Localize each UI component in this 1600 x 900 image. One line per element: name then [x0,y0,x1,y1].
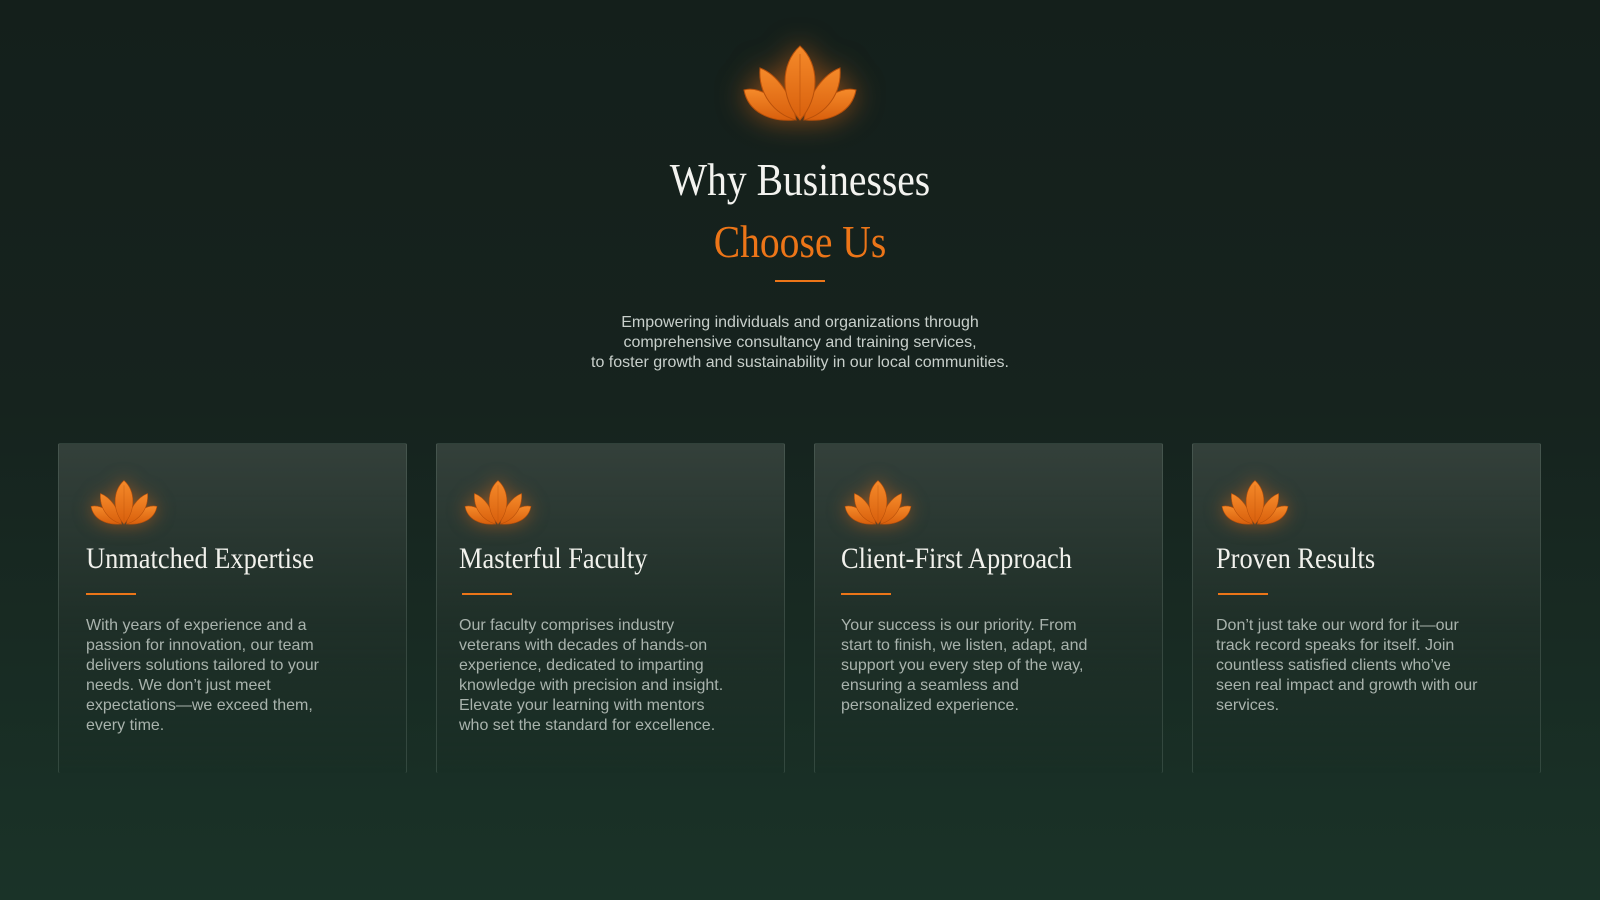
card-text-line: support you every step of the way, [841,657,1084,674]
card-text-line: every time. [86,717,165,734]
card-text-line: Our faculty comprises industry [459,617,675,634]
page-title-accent: Choose Us [713,216,887,267]
card-divider [86,593,136,595]
feature-card-results: Proven Results Don’t just take our word … [1192,443,1541,773]
lotus-icon [1218,477,1292,527]
card-title: Masterful Faculty [459,542,648,575]
card-title: Unmatched Expertise [86,542,314,575]
card-description: Our faculty comprises industry veterans … [459,616,759,736]
card-text-line: expectations—we exceed them, [86,697,313,714]
card-text-line: delivers solutions tailored to your [86,657,320,674]
subtitle-line: Empowering individuals and organizations… [621,314,979,331]
card-text-line: ensuring a seamless and [841,677,1019,694]
card-text-line: With years of experience and a [86,617,307,634]
lotus-icon [461,477,535,527]
card-text-line: experience, dedicated to imparting [459,657,704,674]
card-title: Proven Results [1216,542,1376,575]
card-text-line: start to finish, we listen, adapt, and [841,637,1088,654]
card-text-line: who set the standard for excellence. [459,717,716,734]
page-subtitle: Empowering individuals and organizations… [400,313,1200,373]
card-description: Don’t just take our word for it—our trac… [1216,616,1516,716]
page-title: Why Businesses [669,154,931,205]
card-title: Client-First Approach [841,542,1072,575]
lotus-icon [841,477,915,527]
card-description: Your success is our priority. From start… [841,616,1141,716]
card-text-line: Don’t just take our word for it—our [1216,617,1459,634]
card-text-line: seen real impact and growth with our [1216,677,1478,694]
card-text-line: Your success is our priority. From [841,617,1077,634]
card-text-line: knowledge with precision and insight. [459,677,724,694]
card-text-line: Elevate your learning with mentors [459,697,705,714]
card-divider [1218,593,1268,595]
card-text-line: personalized experience. [841,697,1019,714]
card-divider [841,593,891,595]
card-text-line: needs. We don’t just meet [86,677,271,694]
card-divider [462,593,512,595]
subtitle-line: to foster growth and sustainability in o… [591,354,1009,371]
card-text-line: veterans with decades of hands-on [459,637,708,654]
feature-card-client-first: Client-First Approach Your success is ou… [814,443,1163,773]
card-text-line: countless satisfied clients who’ve [1216,657,1451,674]
lotus-icon [87,477,161,527]
title-divider [775,280,825,282]
feature-card-expertise: Unmatched Expertise With years of experi… [58,443,407,773]
card-text-line: track record speaks for itself. Join [1216,637,1455,654]
card-description: With years of experience and a passion f… [86,616,386,736]
subtitle-line: comprehensive consultancy and training s… [623,334,977,351]
card-text-line: passion for innovation, our team [86,637,314,654]
lotus-icon [740,40,860,125]
feature-card-faculty: Masterful Faculty Our faculty comprises … [436,443,785,773]
card-text-line: services. [1216,697,1280,714]
